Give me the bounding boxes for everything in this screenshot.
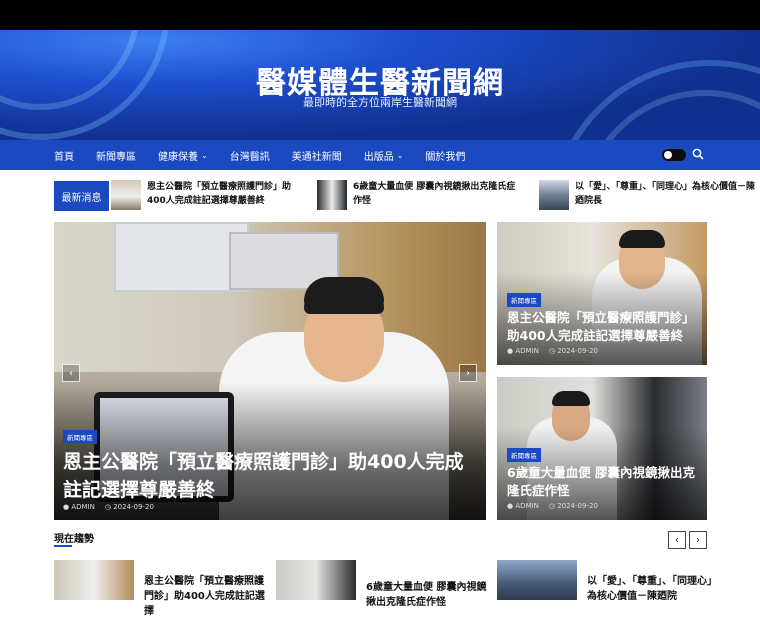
nav-item-about[interactable]: 關於我們 [425, 148, 465, 163]
clock-icon: ◷ [548, 502, 558, 510]
side-article[interactable]: 新聞專區 恩主公醫院「預立醫療照護門診」助400人完成註記選擇尊嚴善終 ● AD… [497, 222, 707, 365]
side-article[interactable]: 新聞專區 6歲童大量血便 膠囊內視鏡揪出克隆氏症作怪 ● ADMIN ◷ 202… [497, 377, 707, 520]
featured-article[interactable]: ‹ › 新聞專區 恩主公醫院「預立醫療照護門診」助400人完成註記選擇尊嚴善終 … [54, 222, 486, 520]
nav-item-label: 台灣醫訊 [229, 151, 270, 163]
heading-underline [54, 545, 72, 547]
chevron-down-icon: ⌄ [201, 150, 208, 160]
site-banner: 醫媒體生醫新聞網 最即時的全方位兩岸生醫新聞網 [0, 30, 760, 140]
slider-prev-button[interactable]: ‹ [62, 364, 80, 382]
side-article-title[interactable]: 6歲童大量血便 膠囊內視鏡揪出克隆氏症作怪 [507, 464, 702, 500]
nav-item-label: 新聞專區 [96, 151, 136, 163]
author-name[interactable]: ● ADMIN [507, 502, 539, 510]
nav-item-label: 首頁 [54, 151, 74, 163]
ticker-thumbnail [111, 180, 141, 210]
side-article-image-detail [552, 391, 590, 406]
latest-news-ticker: 最新消息 恩主公醫院「預立醫療照護門診」助400人完成註記選擇尊嚴善終 6歲童大… [54, 180, 760, 212]
trending-thumbnail [54, 560, 134, 600]
publish-date: ◷ 2024-09-20 [104, 503, 154, 511]
featured-article-title[interactable]: 恩主公醫院「預立醫療照護門診」助400人完成註記選擇尊嚴善終 [63, 448, 477, 504]
search-icon[interactable] [692, 148, 704, 160]
trending-item-title: 6歲童大量血便 膠囊內視鏡揪出克隆氏症作怪 [366, 582, 487, 608]
clock-icon: ◷ [548, 347, 558, 355]
trending-prev-button[interactable]: ‹ [668, 531, 686, 549]
article-meta: ● ADMIN ◷ 2024-09-20 [63, 503, 154, 511]
category-badge[interactable]: 新聞專區 [63, 430, 97, 444]
trending-next-button[interactable]: › [689, 531, 707, 549]
ticker-item[interactable]: 6歲童大量血便 膠囊內視鏡揪出克隆氏症作怪 [317, 180, 517, 212]
trending-item[interactable]: 6歲童大量血便 膠囊內視鏡揪出克隆氏症作怪 [276, 560, 486, 608]
ticker-thumbnail [539, 180, 569, 210]
trending-heading-label: 現在趨勢 [54, 534, 94, 545]
hero-image-detail [304, 284, 384, 314]
category-badge[interactable]: 新聞專區 [507, 293, 541, 307]
slider-next-button[interactable]: › [459, 364, 477, 382]
side-article-title[interactable]: 恩主公醫院「預立醫療照護門診」助400人完成註記選擇尊嚴善終 [507, 309, 702, 345]
nav-item-health[interactable]: 健康保養 ⌄ [158, 148, 208, 163]
nav-item-home[interactable]: 首頁 [54, 148, 74, 163]
toggle-knob [664, 151, 672, 159]
nav-item-publications[interactable]: 出版品 ⌄ [364, 148, 404, 163]
nav-item-news[interactable]: 新聞專區 [96, 148, 136, 163]
article-meta: ● ADMIN ◷ 2024-09-20 [507, 502, 598, 510]
side-article-image-detail [619, 230, 665, 248]
top-bar [0, 0, 760, 30]
author-name[interactable]: ● ADMIN [507, 347, 539, 355]
dark-mode-toggle[interactable] [662, 149, 686, 161]
trending-thumbnail [497, 560, 577, 600]
chevron-down-icon: ⌄ [396, 150, 404, 160]
ticker-item-title: 以「愛」、「尊重」、「同理心」為核心價值－陳廼院長 [575, 182, 756, 206]
ticker-item-title: 恩主公醫院「預立醫療照護門診」助400人完成註記選擇尊嚴善終 [147, 182, 292, 206]
nav-item-label: 健康保養 [158, 151, 198, 163]
main-nav: 首頁 新聞專區 健康保養 ⌄ 台灣醫訊 美通社新聞 出版品 ⌄ 關於我們 [0, 140, 760, 170]
ticker-item[interactable]: 恩主公醫院「預立醫療照護門診」助400人完成註記選擇尊嚴善終 [111, 180, 301, 212]
nav-item-label: 出版品 [363, 151, 394, 163]
category-badge[interactable]: 新聞專區 [507, 448, 541, 462]
article-meta: ● ADMIN ◷ 2024-09-20 [507, 347, 598, 355]
trending-thumbnail [276, 560, 356, 600]
trending-item[interactable]: 以「愛」、「尊重」、「同理心」為核心價值－陳廼院 [497, 560, 717, 602]
trending-item-title: 恩主公醫院「預立醫療照護門診」助400人完成註記選擇 [144, 576, 265, 617]
ticker-label: 最新消息 [54, 181, 109, 211]
publish-date: ◷ 2024-09-20 [548, 347, 598, 355]
clock-icon: ◷ [104, 503, 114, 511]
ticker-item[interactable]: 以「愛」、「尊重」、「同理心」為核心價值－陳廼院長 [539, 180, 760, 212]
trending-heading: 現在趨勢 [54, 530, 94, 547]
nav-item-prnewswire[interactable]: 美通社新聞 [292, 148, 342, 163]
publish-date: ◷ 2024-09-20 [548, 502, 598, 510]
nav-item-label: 關於我們 [425, 151, 466, 163]
trending-item[interactable]: 恩主公醫院「預立醫療照護門診」助400人完成註記選擇 [54, 560, 274, 617]
nav-item-label: 美通社新聞 [291, 151, 342, 163]
author-name[interactable]: ● ADMIN [63, 503, 95, 511]
site-subtitle: 最即時的全方位兩岸生醫新聞網 [303, 96, 457, 109]
nav-item-taiwan-medical[interactable]: 台灣醫訊 [230, 148, 270, 163]
ticker-item-title: 6歲童大量血便 膠囊內視鏡揪出克隆氏症作怪 [353, 182, 516, 206]
ticker-thumbnail [317, 180, 347, 210]
